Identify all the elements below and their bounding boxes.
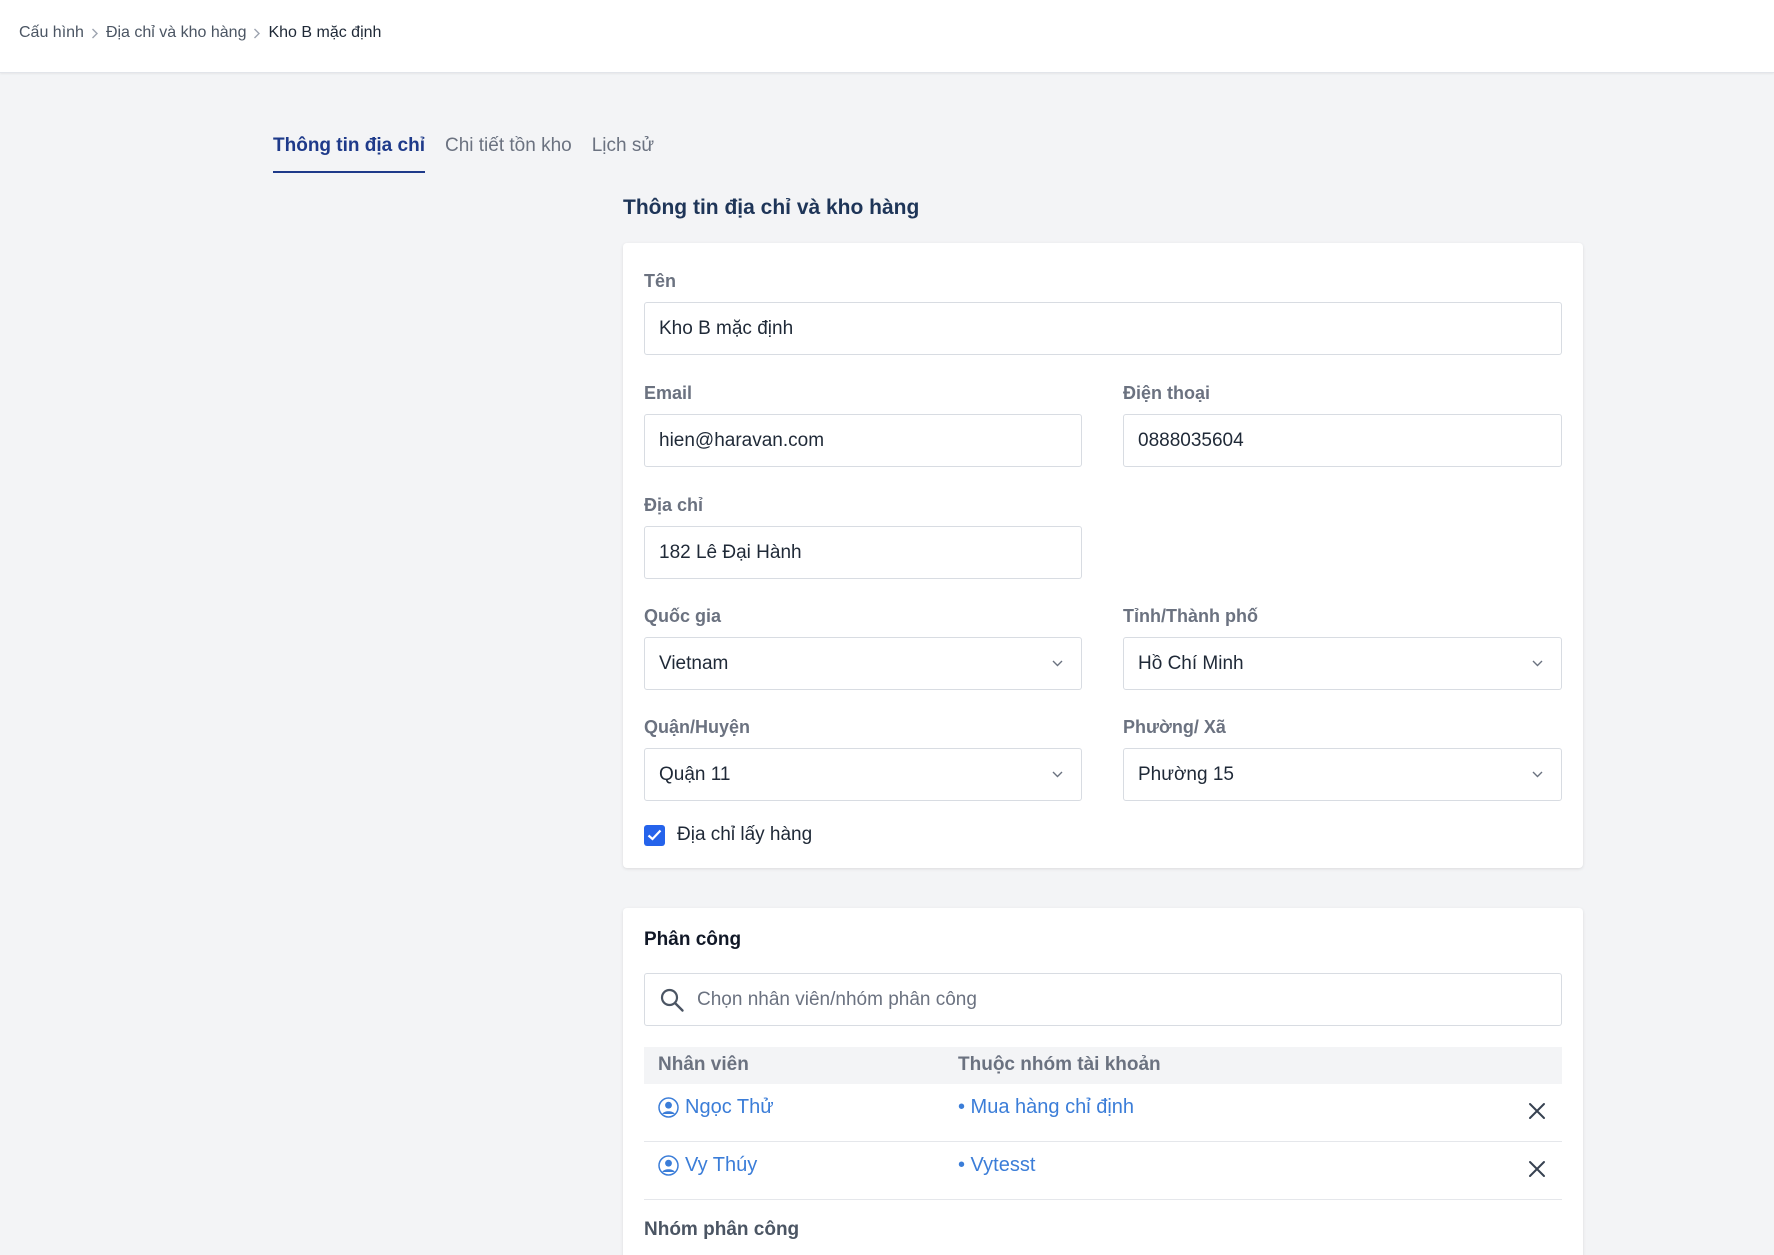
email-value: hien@haravan.com (659, 429, 825, 451)
assignee-search-input[interactable] (697, 988, 1561, 1011)
assignment-table-header: Nhân viên Thuộc nhóm tài khoản (644, 1047, 1562, 1084)
ward-select[interactable]: Phường 15 (1123, 748, 1562, 801)
breadcrumb: Cấu hình Địa chỉ và kho hàng Kho B mặc đ… (19, 24, 381, 42)
table-row: Vy Thúy • Vytesst (644, 1142, 1562, 1200)
address-field[interactable]: 182 Lê Đại Hành (644, 526, 1082, 579)
close-icon[interactable] (1526, 1100, 1548, 1122)
chevron-down-icon (1532, 771, 1543, 778)
employee-name: Ngọc Thử (685, 1096, 774, 1118)
close-icon[interactable] (1526, 1158, 1548, 1180)
province-label: Tỉnh/Thành phố (1123, 606, 1258, 626)
country-label: Quốc gia (644, 606, 722, 626)
breadcrumb-locations[interactable]: Địa chỉ và kho hàng (106, 24, 247, 42)
chevron-right-icon (246, 28, 268, 39)
province-select[interactable]: Hồ Chí Minh (1123, 637, 1562, 690)
assignment-title: Phân công (644, 929, 742, 950)
employee-cell[interactable]: Vy Thúy (658, 1154, 757, 1177)
account-group-link[interactable]: • Vytesst (958, 1154, 1035, 1177)
chevron-down-icon (1052, 771, 1063, 778)
assignment-group-title: Nhóm phân công (644, 1219, 800, 1240)
district-label: Quận/Huyện (644, 717, 751, 737)
district-select[interactable]: Quận 11 (644, 748, 1082, 801)
email-label: Email (644, 383, 693, 403)
province-value: Hồ Chí Minh (1138, 652, 1244, 674)
account-group-link[interactable]: • Mua hàng chỉ định (958, 1096, 1134, 1119)
column-account-group: Thuộc nhóm tài khoản (958, 1054, 1161, 1075)
chevron-right-icon (84, 28, 106, 39)
country-value: Vietnam (659, 652, 729, 674)
phone-field[interactable]: 0888035604 (1123, 414, 1562, 467)
name-value: Kho B mặc định (659, 317, 794, 339)
employee-name: Vy Thúy (685, 1154, 758, 1176)
phone-value: 0888035604 (1138, 429, 1244, 451)
tab-address-info[interactable]: Thông tin địa chỉ (273, 135, 425, 173)
tab-bar: Thông tin địa chỉ Chi tiết tồn kho Lịch … (273, 135, 674, 173)
country-select[interactable]: Vietnam (644, 637, 1082, 690)
section-title: Thông tin địa chỉ và kho hàng (623, 196, 920, 219)
assignment-card: Phân công Nhân viên Thuộc nhóm tài khoản… (623, 908, 1583, 1255)
address-card: Tên Kho B mặc định Email hien@haravan.co… (623, 243, 1583, 868)
email-field[interactable]: hien@haravan.com (644, 414, 1082, 467)
ward-value: Phường 15 (1138, 763, 1234, 785)
name-field[interactable]: Kho B mặc định (644, 302, 1562, 355)
breadcrumb-settings[interactable]: Cấu hình (19, 24, 84, 42)
pickup-address-option: Địa chỉ lấy hàng (644, 824, 812, 846)
pickup-checkbox[interactable] (644, 824, 665, 846)
district-value: Quận 11 (659, 763, 731, 785)
name-label: Tên (644, 271, 677, 291)
assignee-search[interactable] (644, 973, 1562, 1026)
top-bar: Cấu hình Địa chỉ và kho hàng Kho B mặc đ… (0, 0, 1774, 73)
table-row: Ngọc Thử • Mua hàng chỉ định (644, 1084, 1562, 1142)
breadcrumb-current: Kho B mặc định (268, 24, 382, 41)
ward-label: Phường/ Xã (1123, 717, 1226, 737)
user-icon (658, 1097, 679, 1118)
search-icon (660, 988, 684, 1012)
tab-inventory-detail[interactable]: Chi tiết tồn kho (445, 135, 572, 173)
phone-label: Điện thoại (1123, 383, 1211, 403)
user-icon (658, 1155, 679, 1176)
check-icon (647, 829, 662, 841)
chevron-down-icon (1052, 660, 1063, 667)
column-employee: Nhân viên (658, 1054, 749, 1075)
pickup-checkbox-label[interactable]: Địa chỉ lấy hàng (677, 824, 812, 846)
chevron-down-icon (1532, 660, 1543, 667)
tab-history[interactable]: Lịch sử (592, 135, 654, 173)
address-value: 182 Lê Đại Hành (659, 541, 802, 563)
address-label: Địa chỉ (644, 495, 704, 515)
employee-cell[interactable]: Ngọc Thử (658, 1096, 774, 1119)
